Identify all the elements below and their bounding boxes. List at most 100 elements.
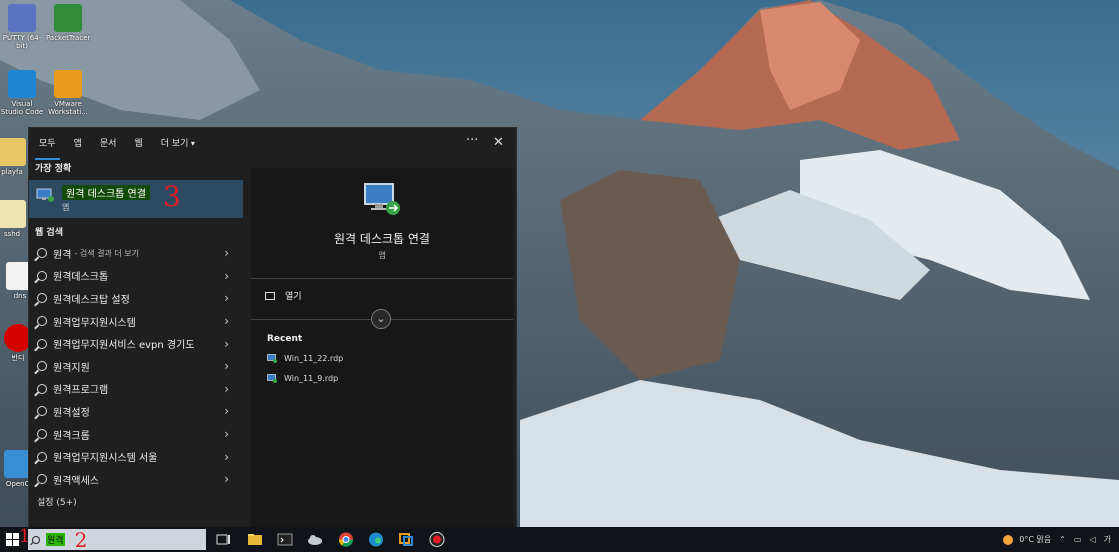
open-label: 열기 xyxy=(285,292,302,302)
result-label: 원격데스크탑 설정 xyxy=(53,294,130,306)
cloud-icon[interactable] xyxy=(306,531,324,548)
web-result[interactable]: 원격크롬 › xyxy=(29,423,243,446)
taskbar-search-box[interactable]: 원격 2 xyxy=(28,529,206,550)
desktop-icon-label: 반디 xyxy=(11,354,25,362)
chevron-right-icon: › xyxy=(224,314,229,329)
recent-file-name: Win_11_9.rdp xyxy=(284,374,339,383)
tab-documents[interactable]: 문서 xyxy=(100,128,117,160)
settings-results[interactable]: 설정 (5+) xyxy=(29,495,243,508)
result-label: 원격지원 xyxy=(53,362,90,374)
system-tray: 0°C 맑음 ⌃ ▭ ◁ 가 xyxy=(1001,527,1119,552)
tab-apps[interactable]: 앱 xyxy=(74,128,82,160)
result-label: 원격 xyxy=(53,249,72,261)
chevron-right-icon: › xyxy=(224,427,229,442)
search-icon xyxy=(37,406,47,417)
network-icon[interactable]: ▭ xyxy=(1074,535,1082,544)
web-result[interactable]: 원격설정 › xyxy=(29,400,243,423)
record-icon[interactable] xyxy=(428,531,446,548)
weather-sun-icon xyxy=(1003,534,1014,545)
remote-desktop-icon xyxy=(36,188,54,202)
divider xyxy=(251,278,513,279)
result-label: 원격액세스 xyxy=(53,475,99,487)
web-result[interactable]: 원격 - 검색 결과 더 보기 › xyxy=(29,242,243,265)
annotation-3: 3 xyxy=(163,180,181,213)
weather-text[interactable]: 0°C 맑음 xyxy=(1019,534,1051,545)
ellipsis-icon[interactable]: ··· xyxy=(466,133,478,148)
packet-tracer-icon xyxy=(54,4,82,32)
search-icon xyxy=(37,316,47,327)
file-explorer-icon[interactable] xyxy=(246,531,264,548)
desktop-icon-putty[interactable]: PUTTY (64-bit) xyxy=(0,4,44,50)
recent-file[interactable]: Win_11_22.rdp xyxy=(267,354,343,363)
search-icon xyxy=(37,474,47,485)
result-label: 원격프로그램 xyxy=(53,385,109,397)
putty-icon xyxy=(8,4,36,32)
chevron-right-icon: › xyxy=(224,449,229,464)
desktop-icon-label: OpenO xyxy=(5,480,31,488)
windows-start-icon[interactable] xyxy=(6,533,19,546)
result-label: 원격업무지원서비스 evpn 경기도 xyxy=(53,340,195,352)
detail-pane: 원격 데스크톱 연결 앱 열기 ⌄ Recent Win_11_22.rdp W… xyxy=(251,168,513,529)
search-icon xyxy=(37,361,47,372)
web-search-heading: 웹 검색 xyxy=(35,228,63,238)
tab-web[interactable]: 웹 xyxy=(134,128,142,160)
result-label: 원격크롬 xyxy=(53,430,90,442)
best-match-type: 앱 xyxy=(62,203,70,212)
desktop-icon-label: VMware Workstati... xyxy=(48,100,88,116)
file-icon xyxy=(0,138,26,166)
search-icon xyxy=(37,293,47,304)
close-icon[interactable]: ✕ xyxy=(493,135,504,150)
annotation-2: 2 xyxy=(74,527,88,552)
web-result[interactable]: 원격프로그램 › xyxy=(29,378,243,401)
chevron-right-icon: › xyxy=(224,381,229,396)
chevron-right-icon: › xyxy=(224,404,229,419)
desktop-icon-vmware[interactable]: VMware Workstati... xyxy=(46,70,90,116)
result-label: 원격업무지원시스템 서울 xyxy=(53,453,158,465)
web-result[interactable]: 원격데스크탑 설정 › xyxy=(29,287,243,310)
web-result[interactable]: 원격업무지원시스템 서울 › xyxy=(29,445,243,468)
desktop-icon-label: PUTTY (64-bit) xyxy=(2,34,42,50)
desktop-icon-packet-tracer[interactable]: PacketTracer xyxy=(46,4,90,42)
result-sub: - 검색 결과 더 보기 xyxy=(74,248,139,258)
recent-heading: Recent xyxy=(267,334,303,344)
desktop-icon-label: dns xyxy=(13,292,27,300)
vmware-icon[interactable] xyxy=(397,531,415,548)
web-result[interactable]: 원격업무지원시스템 › xyxy=(29,310,243,333)
desktop-icon-label: playfa xyxy=(1,168,23,176)
web-result[interactable]: 원격액세스 › xyxy=(29,468,243,491)
search-icon xyxy=(37,338,47,349)
tab-more[interactable]: 더 보기 xyxy=(161,128,195,160)
task-view-icon[interactable] xyxy=(214,531,232,548)
chevron-right-icon: › xyxy=(224,246,229,261)
detail-app-name: 원격 데스크톱 연결 xyxy=(334,232,430,246)
people-icon[interactable]: ⌃ xyxy=(1059,535,1066,544)
search-query: 원격 xyxy=(46,533,65,546)
open-action[interactable]: 열기 xyxy=(265,289,302,302)
search-icon xyxy=(37,248,47,259)
terminal-icon[interactable] xyxy=(276,531,294,548)
result-label: 원격업무지원시스템 xyxy=(53,317,136,329)
tab-all[interactable]: 모두 xyxy=(35,128,60,160)
open-icon xyxy=(265,291,275,300)
best-match-title: 원격 데스크톱 연결 xyxy=(62,185,150,200)
rdp-file-icon xyxy=(267,374,277,383)
remote-desktop-icon xyxy=(364,183,400,215)
results-column: 가장 정확 원격 데스크톱 연결 앱 3 웹 검색 원격 - 검색 결과 더 보기… xyxy=(29,160,243,529)
web-result[interactable]: 원격데스크톱 › xyxy=(29,265,243,288)
file-icon xyxy=(0,200,26,228)
edge-icon[interactable] xyxy=(367,531,385,548)
chrome-icon[interactable] xyxy=(337,531,355,548)
chevron-down-icon[interactable]: ⌄ xyxy=(371,309,391,329)
web-result[interactable]: 원격지원 › xyxy=(29,355,243,378)
ime-indicator[interactable]: 가 xyxy=(1104,534,1111,545)
annotation-1: 1 xyxy=(19,526,31,547)
recent-file[interactable]: Win_11_9.rdp xyxy=(267,374,338,383)
volume-icon[interactable]: ◁ xyxy=(1089,535,1095,544)
search-panel: 모두 앱 문서 웹 더 보기 ··· ✕ 가장 정확 원격 데스크톱 연결 앱 … xyxy=(28,127,517,529)
recent-file-name: Win_11_22.rdp xyxy=(284,354,344,363)
web-result[interactable]: 원격업무지원서비스 evpn 경기도 › xyxy=(29,332,243,355)
search-icon xyxy=(37,429,47,440)
best-match-item[interactable]: 원격 데스크톱 연결 앱 3 xyxy=(29,180,243,218)
result-label: 원격데스크톱 xyxy=(53,272,109,284)
desktop-icon-vscode[interactable]: Visual Studio Code xyxy=(0,70,44,116)
